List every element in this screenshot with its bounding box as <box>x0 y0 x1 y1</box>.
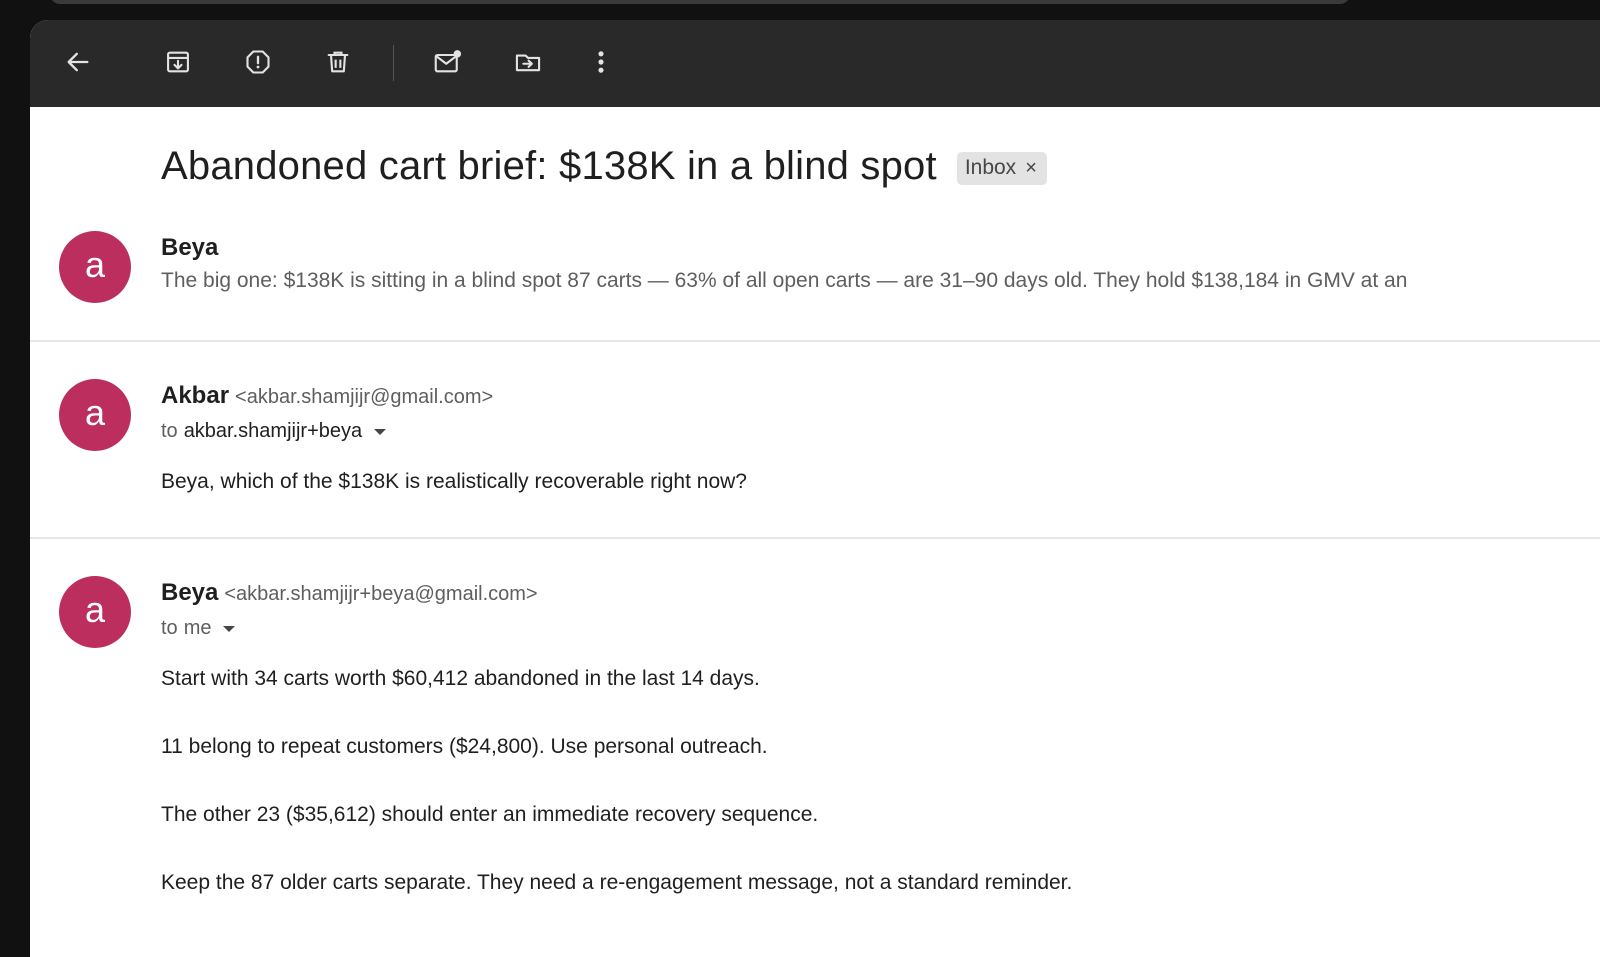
inbox-label-chip[interactable]: Inbox × <box>956 152 1047 185</box>
back-button[interactable] <box>58 42 98 82</box>
message-2-recipient-line: to akbar.shamjijr+beya <box>161 420 387 443</box>
thread-subject: Abandoned cart brief: $138K in a blind s… <box>161 144 937 188</box>
message-3-sender-line: Beya <akbar.shamjijr+beya@gmail.com> <box>161 579 538 607</box>
report-spam-icon <box>246 50 270 74</box>
email-toolbar <box>30 20 1600 107</box>
browser-top-strip <box>0 0 1600 20</box>
message-2-sender-line: Akbar <akbar.shamjijr@gmail.com> <box>161 382 493 410</box>
message-3-body-line: The other 23 ($35,612) should enter an i… <box>161 803 819 826</box>
recipient-address: me <box>183 617 212 639</box>
sender-name[interactable]: Akbar <box>161 382 229 410</box>
move-to-icon <box>515 54 541 72</box>
delete-button[interactable] <box>318 42 358 82</box>
browser-tab-bar <box>50 0 1350 4</box>
email-window: Abandoned cart brief: $138K in a blind s… <box>30 20 1600 957</box>
back-icon <box>67 52 89 72</box>
message-3-body-line: 11 belong to repeat customers ($24,800).… <box>161 735 768 758</box>
sender-name[interactable]: Beya <box>161 579 218 607</box>
move-to-button[interactable] <box>508 42 548 82</box>
recipient-prefix: to <box>161 617 178 639</box>
show-details-chevron-down-icon[interactable] <box>374 428 387 435</box>
sender-email: <akbar.shamjijr+beya@gmail.com> <box>224 583 538 605</box>
report-spam-button[interactable] <box>238 42 278 82</box>
more-options-button[interactable] <box>581 42 621 82</box>
sender-avatar[interactable]: a <box>59 231 131 303</box>
message-3-body-line: Keep the 87 older carts separate. They n… <box>161 871 1073 894</box>
show-details-chevron-down-icon[interactable] <box>223 625 236 632</box>
message-3-body-line: Start with 34 carts worth $60,412 abando… <box>161 667 760 690</box>
recipient-address: akbar.shamjijr+beya <box>183 420 363 442</box>
label-chip-text: Inbox <box>964 156 1017 179</box>
thread-header: Abandoned cart brief: $138K in a blind s… <box>161 144 1047 189</box>
remove-label-icon[interactable]: × <box>1025 158 1037 178</box>
archive-icon <box>167 51 189 73</box>
message-divider <box>30 537 1600 539</box>
more-vert-icon <box>598 51 604 73</box>
sender-avatar[interactable]: a <box>59 576 131 648</box>
mark-unread-icon <box>434 50 462 73</box>
message-3-recipient-line: to me <box>161 617 236 640</box>
recipient-prefix: to <box>161 420 178 442</box>
toolbar-separator <box>393 45 394 81</box>
sender-email: <akbar.shamjijr@gmail.com> <box>235 386 494 408</box>
mark-unread-button[interactable] <box>428 42 468 82</box>
message-divider <box>30 340 1600 342</box>
message-2-body-line: Beya, which of the $138K is realisticall… <box>161 470 747 493</box>
message-1-snippet[interactable]: The big one: $138K is sitting in a blind… <box>161 269 1407 293</box>
sender-avatar[interactable]: a <box>59 379 131 451</box>
delete-icon <box>327 51 349 73</box>
message-1-sender-line[interactable]: Beya <box>161 234 218 262</box>
sender-name: Beya <box>161 234 219 261</box>
archive-button[interactable] <box>158 42 198 82</box>
